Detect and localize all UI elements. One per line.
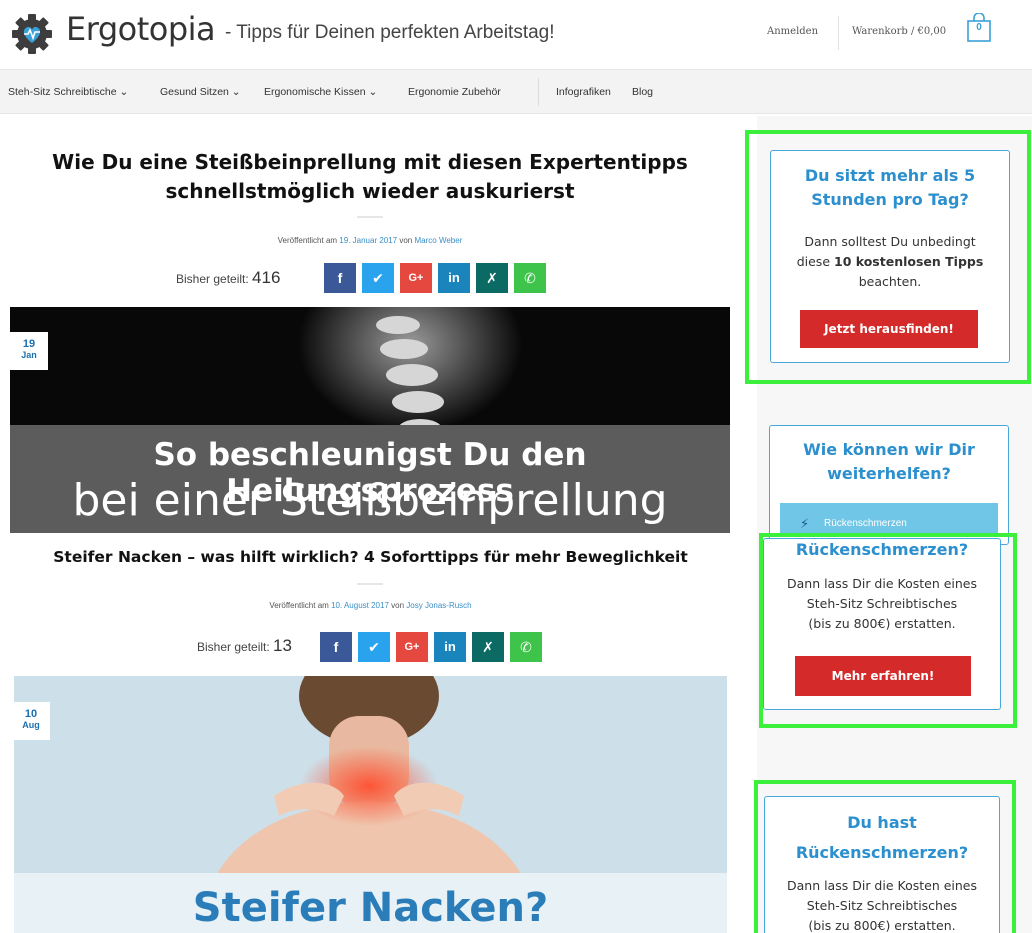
badge-month: Aug xyxy=(22,720,40,730)
post-author-link[interactable]: Josy Jonas-Rusch xyxy=(406,601,471,610)
share-count-text: Bisher geteilt: xyxy=(176,272,249,286)
gear-heart-logo-icon[interactable] xyxy=(10,12,54,56)
widget-title: Wie können wir Dir weiterhelfen? xyxy=(769,438,1009,486)
xing-share-button[interactable]: ✗ xyxy=(476,263,508,293)
googleplus-share-button[interactable]: G+ xyxy=(400,263,432,293)
title-divider xyxy=(357,583,383,585)
meta-by: von xyxy=(391,601,405,610)
linkedin-share-button[interactable]: in xyxy=(434,632,466,662)
post-date-badge: 19 Jan xyxy=(10,332,48,370)
twitter-icon: ✔ xyxy=(368,639,380,655)
post-title-line[interactable]: Wie Du eine Steißbeinprellung mit diesen… xyxy=(10,148,730,177)
meta-by: von xyxy=(399,236,413,245)
post-featured-image-steissbein[interactable]: So beschleunigst Du den Heilungsprozess … xyxy=(10,307,730,533)
nav-item-gesund-sitzen[interactable]: Gesund Sitzen ⌄ xyxy=(160,86,241,98)
facebook-share-button[interactable]: f xyxy=(320,632,352,662)
badge-month: Jan xyxy=(21,350,37,360)
share-count-number: 416 xyxy=(252,268,281,287)
post-date-link[interactable]: 19. Januar 2017 xyxy=(339,236,397,245)
share-count-label: Bisher geteilt: 13 xyxy=(197,636,292,656)
googleplus-share-button[interactable]: G+ xyxy=(396,632,428,662)
whatsapp-share-button[interactable]: ✆ xyxy=(514,263,546,293)
nav-item-blog[interactable]: Blog xyxy=(632,86,653,98)
header-divider xyxy=(838,16,839,50)
xing-share-button[interactable]: ✗ xyxy=(472,632,504,662)
share-count-label: Bisher geteilt: 416 xyxy=(176,268,280,288)
highlight-frame xyxy=(754,780,1016,933)
twitter-share-button[interactable]: ✔ xyxy=(362,263,394,293)
nav-item-infografiken[interactable]: Infografiken xyxy=(556,86,611,98)
widget-title-line: weiterhelfen? xyxy=(827,464,951,483)
post-date-link[interactable]: 10. August 2017 xyxy=(331,601,389,610)
login-link[interactable]: Anmelden xyxy=(767,26,818,37)
site-header: Ergotopia - Tipps für Deinen perfekten A… xyxy=(0,0,1032,68)
highlight-frame xyxy=(745,130,1031,384)
cart-count-badge: 0 xyxy=(976,22,982,33)
post-title-line[interactable]: schnellstmöglich wieder auskurierst xyxy=(10,177,730,206)
facebook-share-button[interactable]: f xyxy=(324,263,356,293)
main-navigation: Steh-Sitz Schreibtische ⌄ Gesund Sitzen … xyxy=(0,69,1032,114)
nav-item-steh-sitz-schreibtische[interactable]: Steh-Sitz Schreibtische ⌄ xyxy=(8,86,128,98)
site-tagline: - Tipps für Deinen perfekten Arbeitstag! xyxy=(225,22,555,43)
share-count-number: 13 xyxy=(273,636,292,655)
nav-item-ergonomie-zubehoer[interactable]: Ergonomie Zubehör xyxy=(408,86,501,98)
nav-divider xyxy=(538,78,539,106)
post-title-steissbein[interactable]: Wie Du eine Steißbeinprellung mit diesen… xyxy=(10,148,730,206)
share-count-text: Bisher geteilt: xyxy=(197,640,270,654)
linkedin-share-button[interactable]: in xyxy=(438,263,470,293)
post-meta: Veröffentlicht am 19. Januar 2017 von Ma… xyxy=(10,236,730,245)
lightning-icon: ⚡ xyxy=(800,516,810,531)
topic-dropdown-label[interactable]: Rückenschmerzen xyxy=(824,518,907,529)
post-meta: Veröffentlicht am 10. August 2017 von Jo… xyxy=(14,601,727,610)
site-logo-text[interactable]: Ergotopia xyxy=(66,10,216,48)
nav-item-ergonomische-kissen[interactable]: Ergonomische Kissen ⌄ xyxy=(264,86,377,98)
twitter-icon: ✔ xyxy=(372,270,384,286)
badge-day: 10 xyxy=(24,708,38,720)
meta-prefix: Veröffentlicht am xyxy=(277,236,338,245)
badge-day: 19 xyxy=(22,338,36,350)
twitter-share-button[interactable]: ✔ xyxy=(358,632,390,662)
image-subheadline: bei einer Steißbeinprellung xyxy=(72,475,668,526)
title-divider xyxy=(357,216,383,218)
widget-title-line: Wie können wir Dir xyxy=(803,440,975,459)
cart-link[interactable]: Warenkorb / €0,00 xyxy=(852,26,946,37)
post-title-steifer-nacken[interactable]: Steifer Nacken – was hilft wirklich? 4 S… xyxy=(14,546,727,568)
whatsapp-share-button[interactable]: ✆ xyxy=(510,632,542,662)
image-headline: Steifer Nacken? xyxy=(192,885,549,931)
highlight-frame xyxy=(759,533,1017,728)
post-featured-image-steifer-nacken[interactable]: Steifer Nacken? xyxy=(14,676,727,933)
meta-prefix: Veröffentlicht am xyxy=(269,601,329,610)
post-author-link[interactable]: Marco Weber xyxy=(415,236,463,245)
post-date-badge: 10 Aug xyxy=(12,702,50,740)
